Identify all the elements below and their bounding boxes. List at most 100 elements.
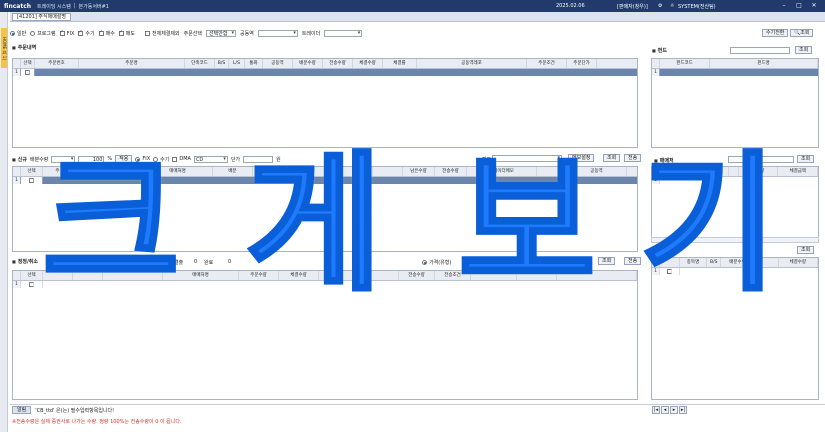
new-send-button[interactable]: 전송 bbox=[624, 154, 642, 162]
correct-controls: 정정/취소 bbox=[12, 258, 38, 265]
col-bs[interactable]: B/S bbox=[215, 59, 229, 68]
query-button[interactable]: 🔍조회 bbox=[790, 29, 814, 37]
correct-send-button[interactable]: 전송 bbox=[624, 257, 642, 265]
col-fund-name[interactable]: 펀드명 bbox=[710, 59, 818, 68]
col-order-no[interactable]: 주문번호 bbox=[35, 59, 79, 68]
correct-query-button[interactable]: 조회 bbox=[598, 257, 616, 265]
order-select-dropdown[interactable]: 선택안함 bbox=[206, 30, 237, 37]
col-select[interactable]: 선택 bbox=[21, 167, 43, 176]
fund-grid: 펀드코드 펀드명 1 bbox=[651, 58, 819, 148]
row-checkbox[interactable] bbox=[29, 178, 34, 183]
fund-query-button[interactable]: 조회 bbox=[795, 46, 813, 54]
app-title-bar: fincatch 트레이딩 시스템 | 본가동서버#1 2025.02.06 [… bbox=[0, 0, 825, 12]
next-icon[interactable]: ▸ bbox=[670, 406, 678, 414]
status-nav: |◂ ◂ ▸ ▸| bbox=[652, 406, 687, 414]
order-grid: 선택 주문번호 주문명 단축코드 B/S L/S 통화 공동역 배분수량 전송수… bbox=[12, 58, 638, 148]
checkbox-all-exec[interactable]: 전체체결제외 bbox=[145, 30, 180, 37]
maximize-icon[interactable]: □ bbox=[795, 2, 803, 10]
checkbox-fix-box[interactable] bbox=[59, 29, 65, 36]
col-exec-amount[interactable]: 체결금액 bbox=[778, 167, 818, 176]
first-icon[interactable]: |◂ bbox=[652, 406, 660, 414]
col-send-qty[interactable]: 전송수량 bbox=[399, 271, 435, 280]
prev-icon[interactable]: ◂ bbox=[661, 406, 669, 414]
watermark-char-1: 크 bbox=[40, 138, 181, 312]
col-alloc-qty[interactable]: 배분수량 bbox=[293, 59, 323, 68]
pending-count: 0 bbox=[194, 259, 198, 265]
window-tab-bar: [41201] 주식매매설명 bbox=[10, 12, 825, 22]
fund-section-title: 펀드 bbox=[652, 47, 667, 54]
col-select[interactable]: 선택 bbox=[21, 271, 43, 280]
status-label: 알림 bbox=[12, 406, 32, 414]
watermark-char-3: 보 bbox=[456, 138, 597, 312]
order-grid-header: 선택 주문번호 주문명 단축코드 B/S L/S 통화 공동역 배분수량 전송수… bbox=[13, 59, 637, 69]
checkbox-buy[interactable]: 매수 bbox=[98, 29, 115, 37]
col-exec-qty[interactable]: 체결수량 bbox=[353, 59, 383, 68]
col-order-name[interactable]: 주문명 bbox=[79, 59, 185, 68]
filter-options-row: 일반 프로그램 FIX 수기 매수 매도 전체체결제외 주문선택 선택안함 공동… bbox=[10, 28, 825, 39]
radio-normal-indicator[interactable] bbox=[10, 31, 15, 36]
col-exec-qty[interactable]: 체결수량 bbox=[779, 258, 818, 267]
server-name: 본가동서버#1 bbox=[78, 3, 109, 10]
col-exec-rate[interactable]: 체결률 bbox=[383, 59, 417, 68]
close-icon[interactable]: ✕ bbox=[810, 2, 818, 10]
col-currency[interactable]: 통화 bbox=[245, 59, 263, 68]
user-name[interactable]: [판매자(창우)] bbox=[617, 0, 648, 12]
col-fund-report[interactable]: 공동역레포 bbox=[417, 59, 527, 68]
table-row[interactable]: 1 bbox=[652, 69, 818, 76]
new-section-title: 신규 bbox=[12, 156, 27, 163]
checkbox-fix[interactable]: FIX bbox=[59, 29, 74, 37]
radio-program[interactable]: 프로그램 bbox=[30, 30, 56, 37]
radio-normal[interactable]: 일반 bbox=[10, 30, 26, 37]
minimize-icon[interactable]: – bbox=[780, 2, 788, 10]
status-message: 'CB_ttd' 은(는) 필수입력항목입니다! bbox=[35, 407, 115, 414]
col-fund[interactable]: 공동역 bbox=[263, 59, 293, 68]
done-count: 0 bbox=[228, 259, 232, 265]
col-ls[interactable]: L/S bbox=[229, 59, 245, 68]
new-query-button[interactable]: 조회 bbox=[603, 154, 621, 162]
current-date: 2025.02.06 bbox=[556, 3, 585, 9]
table-row[interactable]: 1 bbox=[13, 69, 637, 76]
col-short-code[interactable]: 단축코드 bbox=[185, 59, 215, 68]
col-fund-code[interactable]: 펀드코드 bbox=[660, 59, 710, 68]
correct-section-title: 정정/취소 bbox=[12, 258, 38, 265]
col-remain-qty[interactable]: 남은수량 bbox=[403, 167, 435, 176]
row-checkbox[interactable] bbox=[29, 282, 34, 287]
title-separator: | bbox=[73, 3, 76, 9]
col-send-qty[interactable]: 전송수량 bbox=[323, 59, 353, 68]
order-select-label: 주문선택 bbox=[183, 31, 203, 37]
left-side-panel: HOME 4[ 1] bbox=[0, 12, 8, 432]
home-tab[interactable]: HOME 4[ 1] bbox=[1, 28, 7, 68]
window-tab[interactable]: [41201] 주식매매설명 bbox=[12, 12, 71, 21]
app-logo: fincatch bbox=[4, 2, 32, 10]
checkbox-manual-box[interactable] bbox=[78, 29, 84, 36]
trader-query-button[interactable]: 조회 bbox=[797, 155, 815, 163]
system-user: SYSTEM(전산팀) bbox=[678, 3, 716, 10]
trader-label: 트레이더 bbox=[301, 31, 321, 37]
user-icon[interactable]: ⚙ bbox=[658, 0, 662, 12]
row-checkbox[interactable] bbox=[25, 70, 30, 75]
dma-dropdown[interactable]: CD bbox=[193, 155, 228, 163]
fund-label: 공동역 bbox=[240, 31, 254, 37]
checkbox-sell[interactable]: 매도 bbox=[118, 29, 135, 37]
manual-switch-button[interactable]: 수기전환 bbox=[762, 29, 789, 37]
order-section-title: 주문내역 bbox=[12, 44, 36, 51]
checkbox-buy-box[interactable] bbox=[98, 29, 104, 36]
checkbox-sell-box[interactable] bbox=[118, 29, 124, 36]
trader-dropdown[interactable] bbox=[324, 30, 363, 37]
status-bar: 알림 'CB_ttd' 은(는) 필수입력항목입니다! bbox=[10, 404, 825, 415]
fund-dropdown[interactable] bbox=[257, 30, 298, 37]
fund-search-input[interactable] bbox=[730, 47, 790, 54]
checkbox-all-exec-box[interactable] bbox=[145, 31, 150, 36]
checkbox-manual[interactable]: 수기 bbox=[78, 29, 95, 37]
warning-text: ※전송수량은 실제 증권사로 나가는 수량. 정량 100%는 전송수량이 0 … bbox=[12, 418, 182, 425]
col-select[interactable]: 선택 bbox=[21, 59, 35, 68]
last-icon[interactable]: ▸| bbox=[679, 406, 687, 414]
col-order-cond[interactable]: 주문조건 bbox=[527, 59, 567, 68]
radio-program-indicator[interactable] bbox=[30, 31, 36, 36]
exec-query-button[interactable]: 조회 bbox=[797, 246, 815, 254]
watermark-char-4: 기 bbox=[638, 138, 779, 312]
user-icon-2[interactable]: ☼ bbox=[670, 0, 674, 12]
col-order-price[interactable]: 주문단가 bbox=[567, 59, 597, 68]
system-name: 트레이딩 시스템 bbox=[37, 3, 71, 10]
radio-price-type[interactable]: 가격(유형) bbox=[422, 259, 451, 266]
